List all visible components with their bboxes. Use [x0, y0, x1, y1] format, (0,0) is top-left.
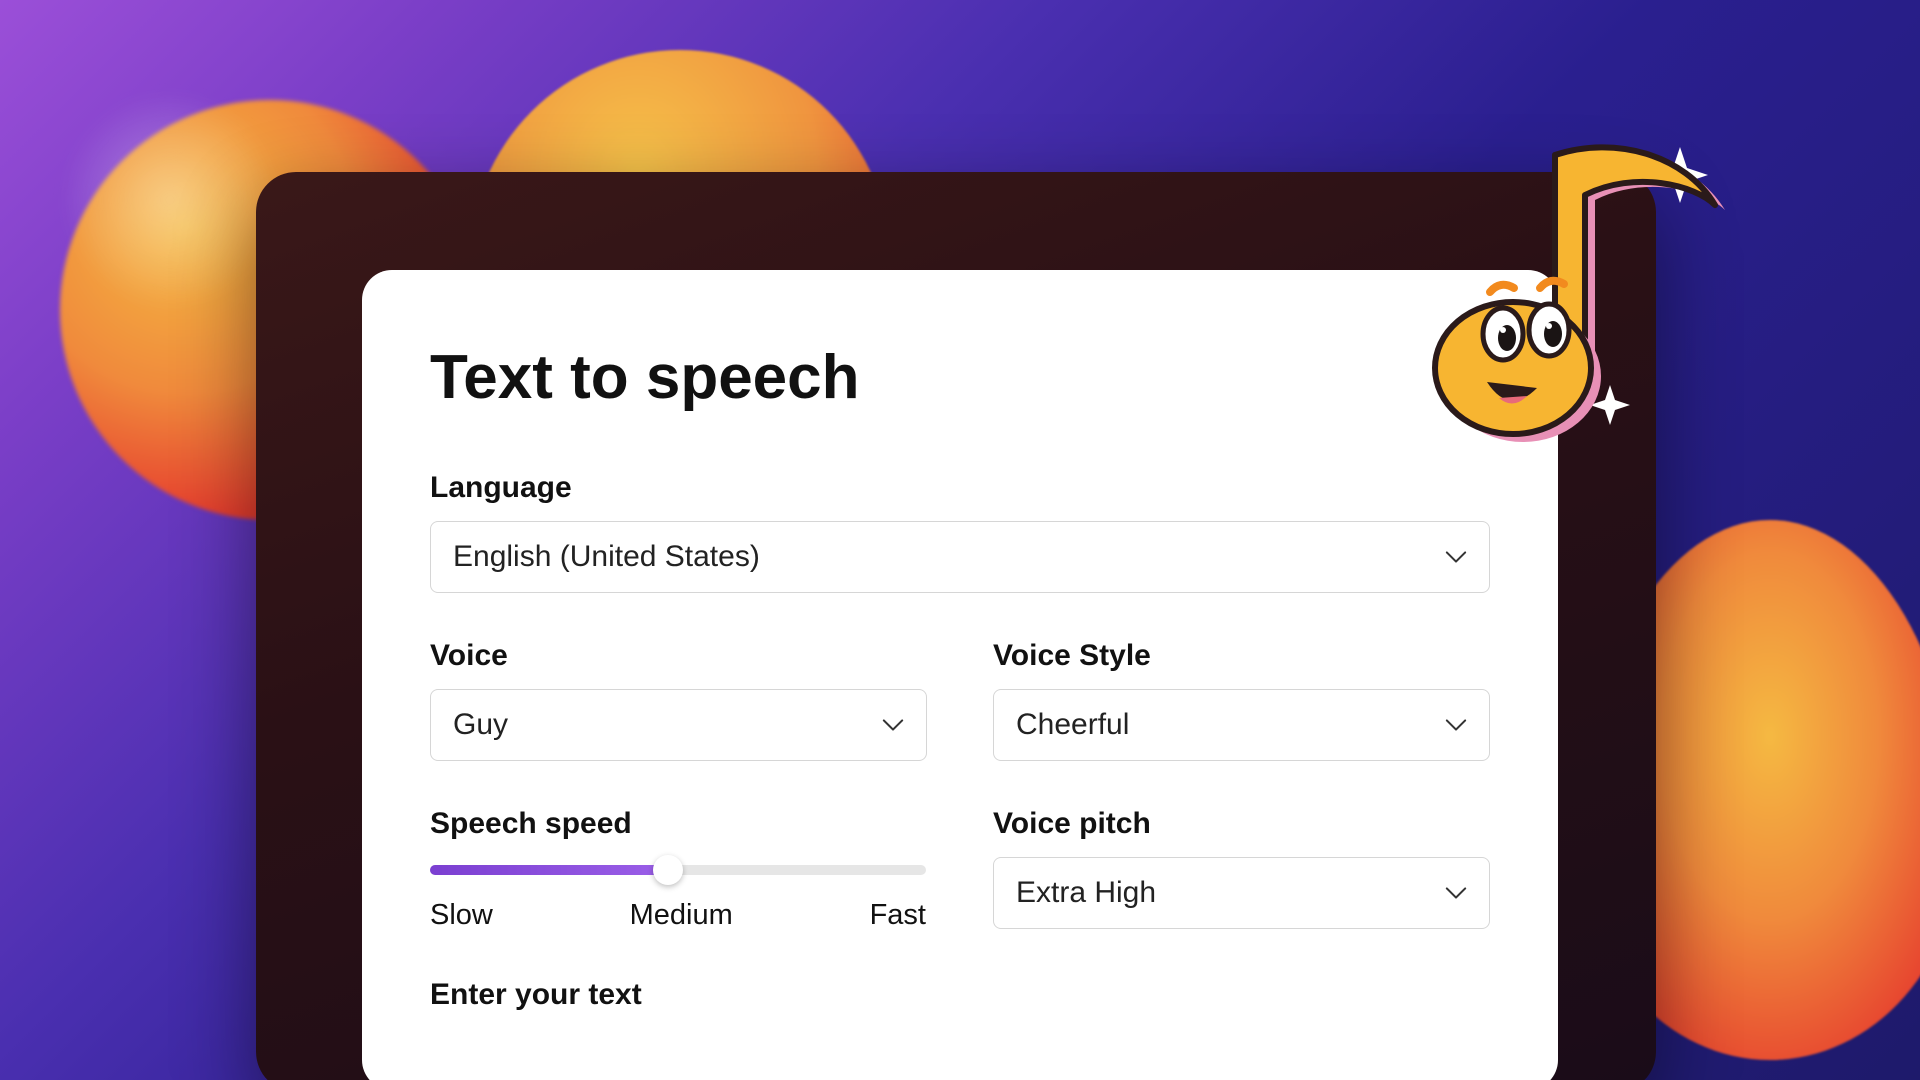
enter-text-label: Enter your text — [430, 978, 1490, 1012]
voice-style-field: Voice Style Cheerful — [993, 639, 1490, 761]
voice-pitch-select[interactable]: Extra High — [993, 857, 1490, 929]
voice-style-label: Voice Style — [993, 639, 1490, 673]
slider-mid-label: Medium — [630, 899, 733, 932]
voice-label: Voice — [430, 639, 927, 673]
voice-field: Voice Guy — [430, 639, 927, 761]
chevron-down-icon — [882, 714, 904, 736]
bg-glow — [60, 90, 280, 310]
slider-fill — [430, 865, 668, 875]
voice-style-select[interactable]: Cheerful — [993, 689, 1490, 761]
slider-min-label: Slow — [430, 899, 493, 932]
chevron-down-icon — [1445, 882, 1467, 904]
language-select[interactable]: English (United States) — [430, 521, 1490, 593]
speech-speed-label: Speech speed — [430, 807, 927, 841]
enter-text-field: Enter your text — [430, 978, 1490, 1012]
chevron-down-icon — [1445, 546, 1467, 568]
voice-pitch-label: Voice pitch — [993, 807, 1490, 841]
slider-max-label: Fast — [870, 899, 926, 932]
voice-select[interactable]: Guy — [430, 689, 927, 761]
voice-pitch-field: Voice pitch Extra High — [993, 807, 1490, 932]
voice-style-value: Cheerful — [1016, 708, 1129, 742]
speech-speed-slider[interactable] — [430, 865, 926, 875]
language-value: English (United States) — [453, 540, 760, 574]
chevron-down-icon — [1445, 714, 1467, 736]
speech-speed-field: Speech speed Slow Medium Fast — [430, 807, 927, 932]
language-label: Language — [430, 471, 1490, 505]
text-to-speech-panel: Text to speech Language English (United … — [362, 270, 1558, 1080]
slider-tick-labels: Slow Medium Fast — [430, 899, 926, 932]
slider-thumb[interactable] — [653, 855, 683, 885]
voice-pitch-value: Extra High — [1016, 876, 1156, 910]
desktop-background: Text to speech Language English (United … — [0, 0, 1920, 1080]
page-title: Text to speech — [430, 342, 1490, 413]
language-field: Language English (United States) — [430, 471, 1490, 593]
voice-value: Guy — [453, 708, 508, 742]
